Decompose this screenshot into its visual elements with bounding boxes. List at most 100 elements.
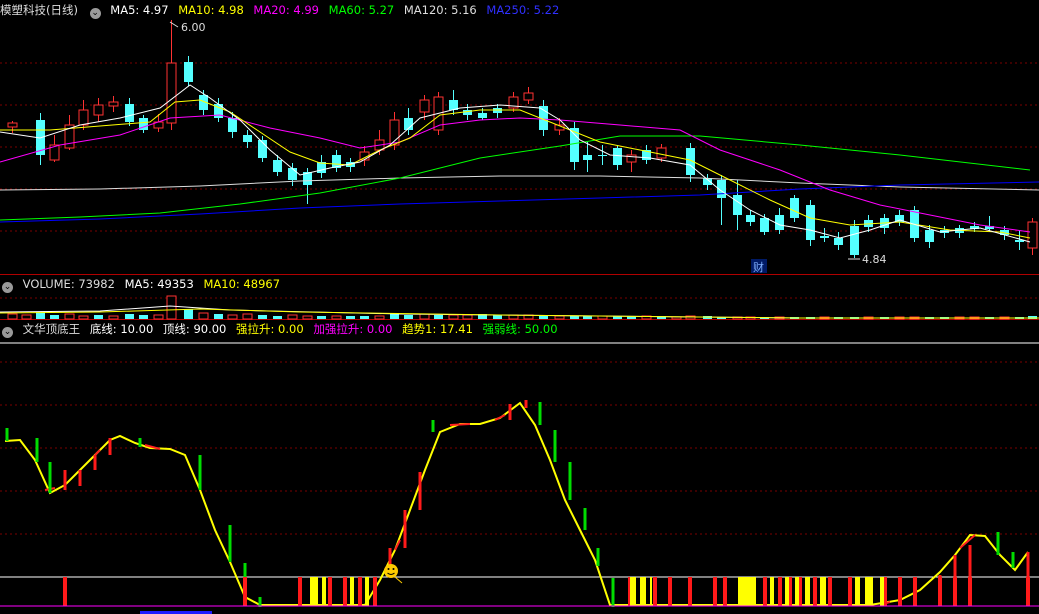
ma10-line — [0, 99, 1031, 239]
volume-bar — [78, 315, 89, 320]
candle-body — [166, 62, 177, 124]
candle-body — [7, 122, 18, 128]
bottom-red-bar — [373, 577, 377, 606]
volume-bar — [671, 316, 682, 320]
bottom-red-bar — [953, 577, 957, 606]
chart-canvas[interactable]: 6.00 4.84 财 — [0, 0, 1039, 614]
volume-chart — [0, 295, 1039, 320]
volume-bar — [64, 313, 75, 320]
bottom-red-bar — [813, 577, 817, 606]
bottom-red-bar — [328, 577, 332, 606]
bottom-red-bar — [828, 577, 832, 606]
volume-bar — [287, 314, 298, 320]
volume-bar — [21, 314, 32, 320]
candle-body — [419, 99, 430, 113]
candle-body — [925, 230, 934, 242]
bottom-red-bar — [848, 577, 852, 606]
volume-bar — [198, 312, 209, 320]
trend-red-segment — [494, 414, 506, 421]
candle-body — [243, 135, 252, 142]
bottom-red-bar — [763, 577, 767, 606]
bottom-red-bar — [1026, 577, 1030, 606]
bottom-yellow-bar — [880, 577, 884, 606]
panel-separators — [0, 274, 1039, 320]
bottom-red-bar — [298, 577, 302, 606]
bottom-yellow-bar — [795, 577, 799, 606]
bottom-yellow-bar — [365, 577, 369, 606]
candle-body — [850, 226, 859, 255]
candle-body — [228, 118, 237, 132]
candle-body — [583, 155, 592, 160]
candle-body — [746, 215, 755, 222]
bottom-red-bar — [938, 577, 942, 606]
candle-body — [790, 198, 799, 218]
volume-bar — [360, 316, 369, 319]
candle-body — [760, 218, 769, 232]
candle-body — [598, 155, 607, 156]
candle-body — [523, 92, 534, 101]
candle-body — [1027, 221, 1038, 249]
volume-bar — [125, 314, 134, 319]
candle-body — [820, 236, 829, 238]
candle-body — [613, 148, 622, 165]
volume-bar — [153, 314, 164, 320]
ma60-line — [0, 135, 1031, 221]
bottom-red-bar — [63, 577, 67, 606]
bottom-red-bar — [968, 577, 972, 606]
bottom-yellow-bar — [350, 577, 354, 606]
volume-bar — [166, 295, 177, 320]
bottom-red-bar — [688, 577, 692, 606]
bottom-yellow-bar — [865, 577, 873, 606]
bottom-yellow-bar — [805, 577, 810, 606]
trend-red-segment — [94, 449, 101, 456]
indicator-chart — [0, 400, 1039, 607]
finance-event-label: 财 — [753, 260, 764, 274]
volume-bar — [493, 315, 502, 319]
volume-bar — [302, 315, 313, 320]
trend1-line — [4, 401, 1029, 606]
candle-body — [273, 160, 282, 172]
bottom-yellow-bar — [322, 577, 326, 606]
bottom-yellow-bar — [855, 577, 860, 606]
candle-body — [834, 238, 843, 245]
volume-bar — [462, 314, 473, 320]
bottom-red-bar — [723, 577, 727, 606]
bottom-yellow-bar — [310, 577, 318, 606]
finance-event-badge[interactable]: 财 — [751, 259, 767, 274]
volume-bar — [273, 316, 282, 319]
bottom-red-bar — [898, 577, 902, 606]
trend-red-segment — [449, 423, 471, 426]
bottom-yellow-bar — [650, 577, 652, 606]
bottom-red-bar — [713, 577, 717, 606]
candle-body — [78, 109, 89, 126]
volume-bar — [94, 315, 103, 319]
volume-bar — [7, 313, 18, 320]
volume-bar — [242, 313, 253, 320]
bottom-yellow-bar — [640, 577, 646, 606]
bottom-red-bar — [778, 577, 782, 606]
candle-body — [93, 104, 104, 116]
candle-body — [733, 195, 742, 215]
candle-body — [108, 101, 119, 107]
smiley-signal-icon — [384, 564, 403, 584]
bottom-red-bar — [668, 577, 672, 606]
ma120-line — [0, 175, 1039, 191]
volume-bar — [139, 315, 148, 319]
volume-bar — [448, 314, 459, 320]
bottom-red-bar — [343, 577, 347, 606]
high-label: 6.00 — [181, 21, 206, 34]
low-label: 4.84 — [862, 253, 887, 266]
candle-body — [288, 168, 297, 180]
volume-bar — [227, 314, 238, 320]
ma5-line — [0, 84, 1031, 243]
volume-bar — [1028, 316, 1037, 319]
volume-bar — [374, 315, 385, 320]
candlestick-chart — [0, 20, 1039, 258]
candle-body — [775, 215, 784, 230]
candle-body — [806, 205, 815, 240]
candle-body — [656, 147, 667, 159]
volume-bar — [50, 315, 59, 319]
bottom-yellow-bar — [770, 577, 774, 606]
volume-bar — [214, 314, 223, 319]
candle-body — [184, 62, 193, 82]
